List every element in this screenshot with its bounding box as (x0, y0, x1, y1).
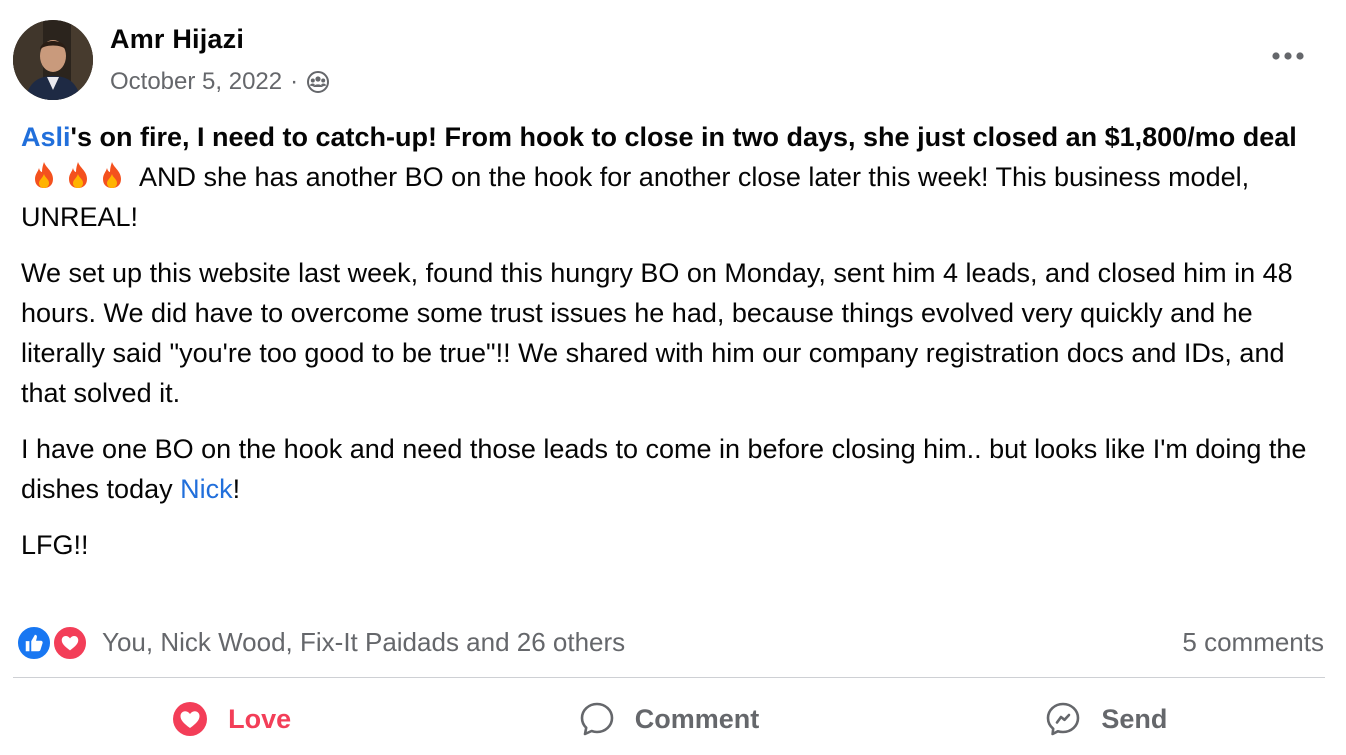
author-avatar[interactable] (13, 20, 93, 100)
post-meta: October 5, 2022 · (110, 66, 330, 98)
comment-label: Comment (634, 703, 760, 734)
fire-emoji-icon (69, 162, 87, 188)
love-icon (52, 625, 88, 661)
like-icon (16, 625, 52, 661)
post-paragraph-2: We set up this website last week, found … (21, 258, 1293, 408)
more-options-icon[interactable] (1268, 40, 1308, 72)
heart-icon (172, 701, 208, 737)
send-label: Send (1101, 703, 1168, 734)
meta-separator: · (290, 68, 299, 95)
post-paragraph-4: LFG!! (21, 530, 89, 560)
avatar-photo (13, 20, 93, 100)
post-paragraph-3: I have one BO on the hook and need those… (21, 429, 1326, 509)
author-name[interactable]: Amr Hijazi (110, 24, 244, 55)
post-paragraph-1: Asli's on fire, I need to catch-up! From… (21, 117, 1326, 237)
post-text: ! (232, 474, 241, 504)
comments-count[interactable]: 5 comments (1182, 622, 1324, 662)
post-headline: 's on fire, I need to catch-up! From hoo… (70, 122, 1297, 152)
post-card: Amr Hijazi October 5, 2022 · Asli's on f… (0, 0, 1346, 755)
post-text: AND she has another BO on the hook for a… (21, 162, 1250, 232)
messenger-icon (1045, 701, 1081, 737)
reactions-summary[interactable]: You, Nick Wood, Fix-It Paidads and 26 ot… (102, 627, 625, 658)
reactions-bar: You, Nick Wood, Fix-It Paidads and 26 ot… (16, 622, 625, 662)
send-button[interactable]: Send (888, 690, 1325, 748)
mention-asli[interactable]: Asli (21, 122, 71, 152)
comment-icon (579, 701, 615, 737)
reaction-icons[interactable] (16, 623, 92, 661)
comment-button[interactable]: Comment (450, 690, 887, 748)
fire-emojis (29, 160, 127, 190)
fire-emoji-icon (103, 162, 121, 188)
group-icon[interactable] (306, 70, 330, 94)
love-label: Love (228, 703, 292, 734)
action-bar: Love Comment Send (13, 690, 1325, 748)
post-date[interactable]: October 5, 2022 (110, 68, 282, 96)
love-button[interactable]: Love (13, 690, 450, 748)
divider (13, 677, 1325, 678)
post-content: Asli's on fire, I need to catch-up! From… (21, 117, 1326, 581)
fire-emoji-icon (35, 162, 53, 188)
mention-nick[interactable]: Nick (180, 474, 233, 504)
